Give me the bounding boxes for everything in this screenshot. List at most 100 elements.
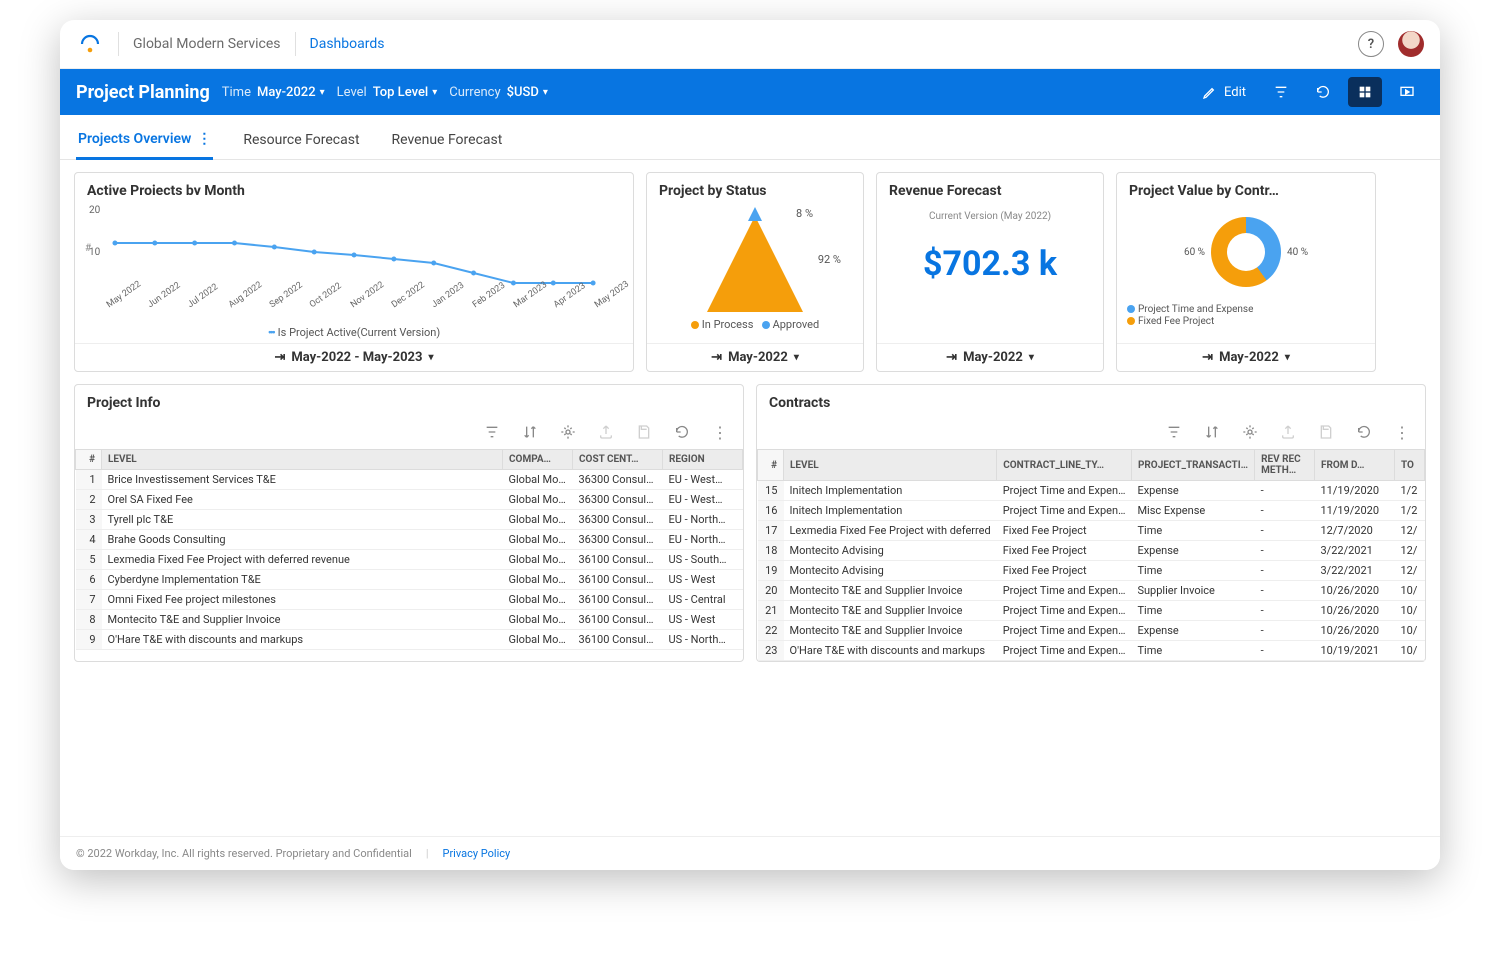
table-row[interactable]: 15Initech ImplementationProject Time and… (758, 481, 1425, 501)
privacy-link[interactable]: Privacy Policy (443, 847, 511, 860)
filter-level-label: Level (337, 85, 367, 100)
chart-legend: •••Is Project Active(Current Version) (85, 326, 623, 339)
present-button[interactable] (1390, 77, 1424, 107)
table-row[interactable]: 16Initech ImplementationProject Time and… (758, 501, 1425, 521)
save-icon[interactable] (635, 423, 653, 441)
table-row[interactable]: 21Montecito T&E and Supplier InvoiceProj… (758, 601, 1425, 621)
tables-row: Project Info ⋮ #LEVELCOMPA…COST CENT…REG… (60, 384, 1440, 674)
refresh-icon[interactable] (1355, 423, 1373, 441)
table-row[interactable]: 17Lexmedia Fixed Fee Project with deferr… (758, 521, 1425, 541)
tab-revenue-forecast[interactable]: Revenue Forecast (390, 123, 505, 159)
project-info-table[interactable]: #LEVELCOMPA…COST CENT…REGION1Brice Inves… (75, 449, 743, 650)
chevron-down-icon: ▾ (320, 87, 325, 98)
grid-icon (1357, 84, 1373, 100)
filter-level-value[interactable]: Top Level▾ (373, 85, 438, 100)
card-active-projects: Active Projects by Month 20 10 # May 202… (74, 172, 634, 372)
divider (118, 32, 119, 56)
pyramid-chart: 8 % 92 % (657, 207, 853, 312)
card-range-selector[interactable]: ⇥May-2022▾ (1117, 343, 1375, 371)
brand-name: Global Modern Services (133, 36, 281, 52)
project-info-card: Project Info ⋮ #LEVELCOMPA…COST CENT…REG… (74, 384, 744, 662)
filter-currency-value[interactable]: $USD▾ (507, 85, 548, 100)
table-row[interactable]: 22Montecito T&E and Supplier InvoiceProj… (758, 621, 1425, 641)
filter-currency-label: Currency (449, 85, 500, 100)
table-toolbar: ⋮ (757, 417, 1425, 449)
chevron-down-icon: ▾ (543, 87, 548, 98)
more-vertical-icon[interactable]: ⋮ (1393, 423, 1411, 441)
dashboard-tabs: Projects Overview⋮ Resource Forecast Rev… (60, 115, 1440, 160)
tab-projects-overview[interactable]: Projects Overview⋮ (76, 123, 213, 160)
filter-level: Level Top Level▾ (337, 85, 438, 100)
table-row[interactable]: 8Montecito T&E and Supplier InvoiceGloba… (76, 610, 743, 630)
chevron-down-icon: ▾ (1029, 352, 1034, 363)
table-row[interactable]: 3Tyrell plc T&EGlobal Mo…36300 Consul…EU… (76, 510, 743, 530)
more-vertical-icon[interactable]: ⋮ (197, 131, 211, 147)
table-row[interactable]: 20Montecito T&E and Supplier InvoiceProj… (758, 581, 1425, 601)
refresh-button[interactable] (1306, 77, 1340, 107)
x-axis-labels: May 2022Jun 2022Jul 2022Aug 2022Sep 2022… (105, 302, 623, 312)
breadcrumb-dashboards[interactable]: Dashboards (310, 36, 385, 52)
help-icon[interactable]: ? (1358, 31, 1384, 57)
filter-icon[interactable] (483, 423, 501, 441)
table-row[interactable]: 23O'Hare T&E with discounts and markupsP… (758, 641, 1425, 661)
table-toolbar: ⋮ (75, 417, 743, 449)
contracts-table[interactable]: #LEVELCONTRACT_LINE_TY…PROJECT_TRANSACTI… (757, 449, 1425, 661)
pencil-icon (1202, 84, 1218, 100)
edit-button[interactable]: Edit (1192, 78, 1256, 106)
table-row[interactable]: 19Montecito AdvisingFixed Fee ProjectTim… (758, 561, 1425, 581)
filter-time-value[interactable]: May-2022▾ (257, 85, 325, 100)
settings-icon[interactable] (1241, 423, 1259, 441)
chevron-down-icon: ▾ (432, 87, 437, 98)
divider (295, 32, 296, 56)
table-row[interactable]: 5Lexmedia Fixed Fee Project with deferre… (76, 550, 743, 570)
filter-currency: Currency $USD▾ (449, 85, 548, 100)
pct-in-process: 92 % (818, 253, 841, 266)
copyright-text: © 2022 Workday, Inc. All rights reserved… (76, 847, 412, 860)
settings-icon[interactable] (559, 423, 577, 441)
export-icon[interactable] (597, 423, 615, 441)
grid-view-button[interactable] (1348, 77, 1382, 107)
more-vertical-icon[interactable]: ⋮ (711, 423, 729, 441)
presentation-icon (1399, 84, 1415, 100)
card-value-by-contract: Project Value by Contr… 60 % 40 % Projec… (1116, 172, 1376, 372)
sort-icon[interactable] (1203, 423, 1221, 441)
chevron-down-icon: ▾ (1285, 352, 1290, 363)
app-window: Global Modern Services Dashboards ? Proj… (60, 20, 1440, 870)
save-icon[interactable] (1317, 423, 1335, 441)
export-icon[interactable] (1279, 423, 1297, 441)
range-icon: ⇥ (711, 350, 722, 365)
table-row[interactable]: 4Brahe Goods ConsultingGlobal Mo…36300 C… (76, 530, 743, 550)
filter-icon[interactable] (1165, 423, 1183, 441)
refresh-icon[interactable] (673, 423, 691, 441)
page-footer: © 2022 Workday, Inc. All rights reserved… (60, 836, 1440, 870)
card-title: Project by Status (647, 173, 863, 203)
filter-time-label: Time (222, 85, 251, 100)
filter-button[interactable] (1264, 77, 1298, 107)
workday-logo[interactable] (76, 30, 104, 58)
table-row[interactable]: 9O'Hare T&E with discounts and markupsGl… (76, 630, 743, 650)
table-title: Contracts (757, 385, 1425, 417)
range-icon: ⇥ (1202, 350, 1213, 365)
donut-legend: Project Time and Expense Fixed Fee Proje… (1127, 303, 1365, 328)
card-project-by-status: Project by Status 8 % 92 % In Process Ap… (646, 172, 864, 372)
table-row[interactable]: 1Brice Investissement Services T&EGlobal… (76, 470, 743, 490)
revenue-subtitle: Current Version (May 2022) (887, 211, 1093, 222)
card-range-selector[interactable]: ⇥May-2022 - May-2023▾ (75, 343, 633, 371)
donut-chart: 60 % 40 % (1127, 207, 1365, 297)
range-icon: ⇥ (946, 350, 957, 365)
card-range-selector[interactable]: ⇥May-2022▾ (647, 343, 863, 371)
card-revenue-forecast: Revenue Forecast Current Version (May 20… (876, 172, 1104, 372)
donut-pct-right: 40 % (1287, 247, 1308, 258)
edit-label: Edit (1224, 85, 1246, 100)
sort-icon[interactable] (521, 423, 539, 441)
table-row[interactable]: 6Cyberdyne Implementation T&EGlobal Mo…3… (76, 570, 743, 590)
revenue-value: $702.3 k (887, 244, 1093, 284)
table-row[interactable]: 2Orel SA Fixed FeeGlobal Mo…36300 Consul… (76, 490, 743, 510)
table-row[interactable]: 7Omni Fixed Fee project milestonesGlobal… (76, 590, 743, 610)
chevron-down-icon: ▾ (794, 352, 799, 363)
tab-resource-forecast[interactable]: Resource Forecast (241, 123, 361, 159)
card-range-selector[interactable]: ⇥May-2022▾ (877, 343, 1103, 371)
refresh-icon (1315, 84, 1331, 100)
table-row[interactable]: 18Montecito AdvisingFixed Fee ProjectExp… (758, 541, 1425, 561)
user-avatar[interactable] (1398, 31, 1424, 57)
